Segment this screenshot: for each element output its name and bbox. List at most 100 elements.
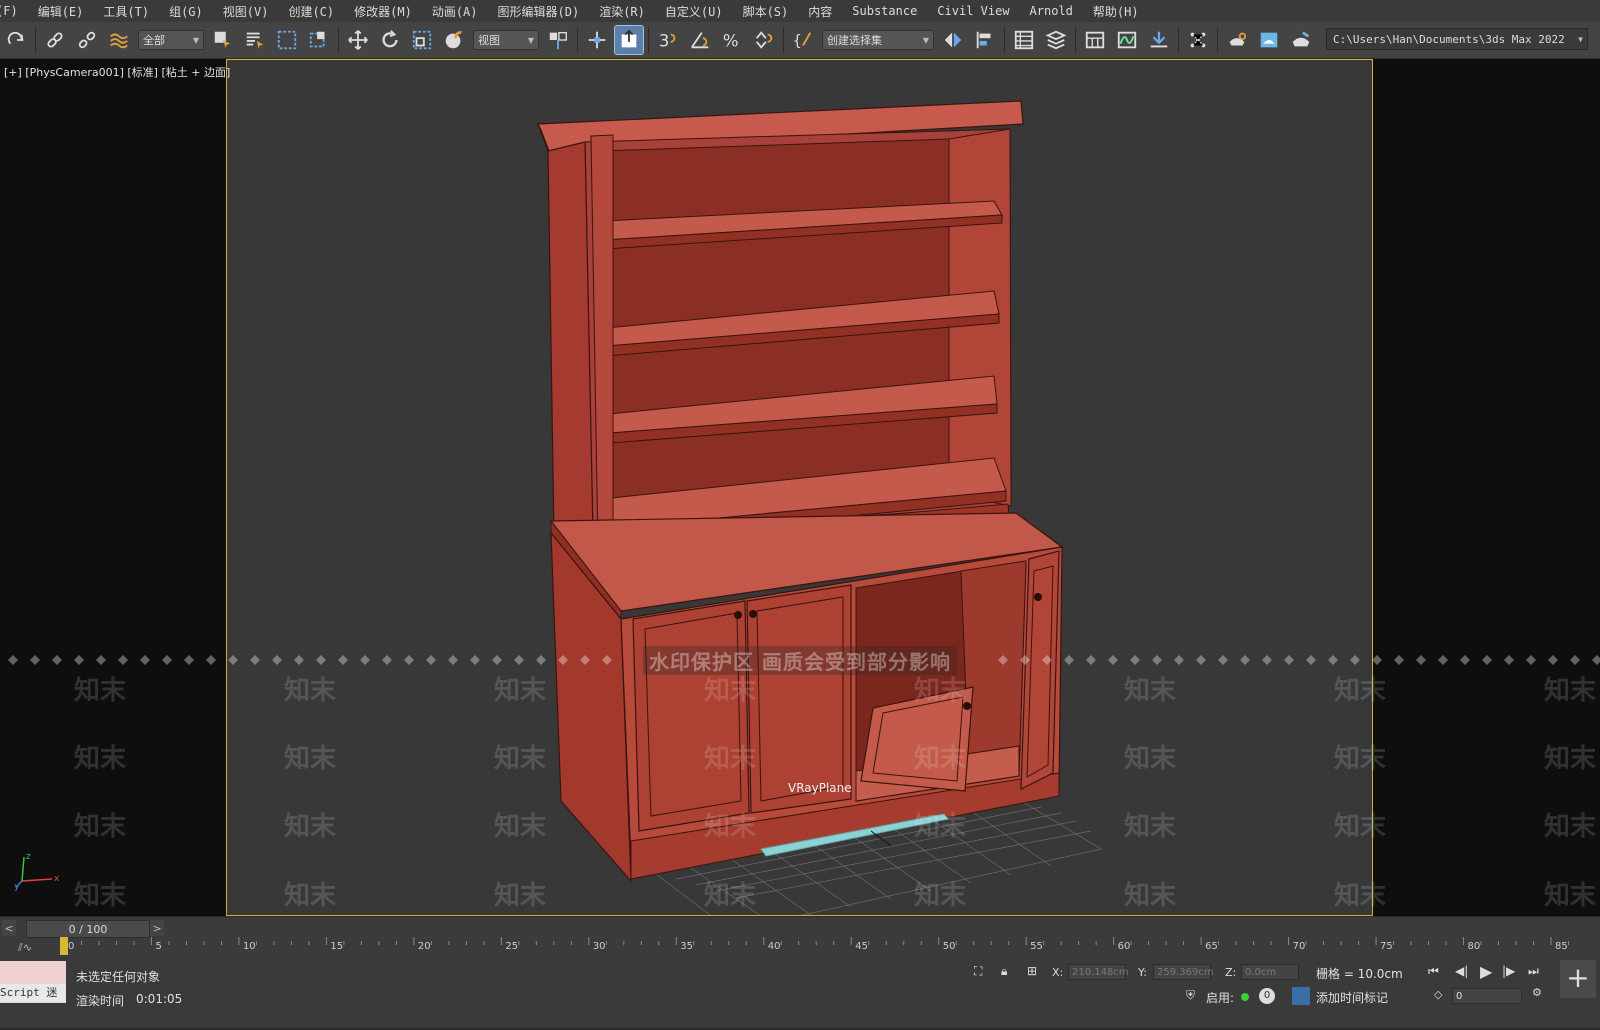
prev-key-icon[interactable]: ◀︎| xyxy=(1455,964,1468,978)
maxscript-input[interactable]: Script 迷 xyxy=(0,984,66,1002)
rect-selection-icon[interactable] xyxy=(273,26,301,54)
goto-end-icon[interactable]: ⏭ xyxy=(1528,964,1539,979)
absolute-mode-icon[interactable]: ⊞ xyxy=(1027,964,1037,978)
x-coordinate-field[interactable]: 210.148cm xyxy=(1068,964,1129,980)
menu-item[interactable]: 图形编辑器(D) xyxy=(488,3,590,20)
frame-nav-icon[interactable]: ◇ xyxy=(1434,988,1442,1001)
current-frame-field[interactable]: 0 xyxy=(1452,988,1522,1004)
menu-item[interactable]: 自定义(U) xyxy=(655,3,733,20)
snap-3d-icon[interactable]: 3 xyxy=(654,26,682,54)
menu-item[interactable]: 渲染(R) xyxy=(589,3,655,20)
menu-item[interactable]: 脚本(S) xyxy=(733,3,799,20)
link-icon[interactable] xyxy=(41,26,69,54)
watermark-diamond xyxy=(1350,655,1360,665)
named-selection-dropdown[interactable]: 创建选择集 ▼ xyxy=(822,30,934,50)
redo-icon[interactable] xyxy=(2,26,30,54)
align-icon[interactable] xyxy=(971,26,999,54)
menu-item[interactable]: 组(G) xyxy=(159,3,213,20)
ribbon-toggle-icon[interactable] xyxy=(1081,26,1109,54)
material-editor-icon[interactable] xyxy=(1184,26,1212,54)
time-slider[interactable]: 0 / 100 xyxy=(26,920,150,938)
menu-item[interactable]: 编辑(E) xyxy=(28,3,94,20)
current-frame-marker xyxy=(60,937,68,955)
status-bar: Script 迷 未选定任何对象 渲染时间 0:01:05 ⛶ 🔒︎ ⊞ X: … xyxy=(0,956,1600,1028)
grid-size-label: 栅格 = 10.0cm xyxy=(1316,967,1403,981)
z-coordinate-field[interactable]: 0.0cm xyxy=(1241,964,1299,980)
adaptive-degradation-icon[interactable]: ⛨ xyxy=(1186,988,1195,1003)
angle-snap-icon[interactable] xyxy=(686,26,714,54)
menu-item[interactable]: 工具(T) xyxy=(93,3,159,20)
watermark-diamond xyxy=(1152,655,1162,665)
select-object-icon[interactable] xyxy=(209,26,237,54)
menu-item[interactable]: 内容 xyxy=(798,3,842,20)
menu-item[interactable]: Civil View xyxy=(927,4,1019,18)
reference-coord-dropdown[interactable]: 视图 ▼ xyxy=(473,30,539,50)
watermark-diamond xyxy=(228,655,238,665)
play-icon[interactable]: ▶ xyxy=(1480,962,1492,981)
watermark-diamond xyxy=(1504,655,1514,665)
viewport-label[interactable]: [+] [PhysCamera001] [标准] [粘土 + 边面] xyxy=(4,64,230,80)
counter-badge[interactable]: 0 xyxy=(1259,988,1275,1004)
mirror-icon[interactable] xyxy=(939,26,967,54)
menu-item[interactable]: (F) xyxy=(0,4,28,18)
create-panel-button[interactable]: + xyxy=(1560,960,1596,998)
render-time-value: 0:01:05 xyxy=(136,992,183,1006)
menu-item[interactable]: 动画(A) xyxy=(422,3,488,20)
rotate-icon[interactable] xyxy=(376,26,404,54)
rendered-frame-window-icon[interactable] xyxy=(1255,26,1283,54)
menu-item[interactable]: 帮助(H) xyxy=(1083,3,1149,20)
select-manipulate-icon[interactable] xyxy=(583,26,611,54)
move-icon[interactable] xyxy=(344,26,372,54)
selection-filter-dropdown[interactable]: 全部 ▼ xyxy=(138,30,204,50)
watermark-diamond xyxy=(602,655,612,665)
watermark-diamond xyxy=(580,655,590,665)
track-bar[interactable]: 0 5 10 15 20 25 30 35 40 45 50 55 60 65 70 75 80 85 xyxy=(0,937,1600,957)
bind-spacewarp-icon[interactable] xyxy=(105,26,133,54)
watermark-diamond xyxy=(404,655,414,665)
select-by-name-icon[interactable] xyxy=(241,26,269,54)
track-tick-label: 25 xyxy=(505,941,518,952)
next-key-icon[interactable]: |▶︎ xyxy=(1502,964,1515,978)
project-path-field[interactable]: C:\Users\Han\Documents\3ds Max 2022 ▼ xyxy=(1326,28,1588,50)
menu-item[interactable]: Substance xyxy=(842,4,927,18)
svg-text:y: y xyxy=(14,882,20,891)
add-time-tag[interactable]: 添加时间标记 xyxy=(1316,989,1388,1006)
menu-item[interactable]: 修改器(M) xyxy=(344,3,422,20)
spinner-snap-icon[interactable] xyxy=(750,26,778,54)
curve-editor-icon[interactable] xyxy=(1113,26,1141,54)
x-label: X: xyxy=(1052,966,1064,979)
pivot-center-icon[interactable] xyxy=(544,26,572,54)
render-setup-icon[interactable] xyxy=(1223,26,1251,54)
scene-explorer-icon[interactable] xyxy=(1010,26,1038,54)
edit-named-selection-icon[interactable]: { xyxy=(789,26,817,54)
enabled-indicator-icon xyxy=(1241,993,1249,1001)
watermark-diamond xyxy=(1328,655,1338,665)
watermark-diamond xyxy=(1240,655,1250,665)
next-frame-button[interactable]: > xyxy=(150,920,164,936)
goto-start-icon[interactable]: ⏮ xyxy=(1428,964,1439,979)
isolate-icon[interactable]: ⛶ xyxy=(974,964,982,979)
keyboard-shortcut-override-icon[interactable] xyxy=(614,25,644,55)
watermark-diamond xyxy=(1306,655,1316,665)
window-crossing-icon[interactable] xyxy=(305,26,333,54)
percent-snap-icon[interactable]: % xyxy=(718,26,746,54)
schematic-view-icon[interactable] xyxy=(1145,26,1173,54)
scale-icon[interactable] xyxy=(408,26,436,54)
menu-item[interactable]: 视图(V) xyxy=(213,3,279,20)
lock-icon[interactable]: 🔒︎ xyxy=(1001,964,1007,979)
watermark-banner: 水印保护区 画质会受到部分影响 xyxy=(0,645,1600,675)
menu-bar: (F)编辑(E)工具(T)组(G)视图(V)创建(C)修改器(M)动画(A)图形… xyxy=(0,0,1600,22)
time-config-icon[interactable]: ⚙ xyxy=(1532,986,1542,999)
time-tag-icon[interactable] xyxy=(1292,987,1310,1005)
menu-item[interactable]: 创建(C) xyxy=(278,3,344,20)
render-time-label: 渲染时间 xyxy=(76,994,125,1008)
svg-text:{: { xyxy=(793,33,802,50)
track-tick-label: 50 xyxy=(943,941,956,952)
render-production-icon[interactable] xyxy=(1287,26,1315,54)
menu-item[interactable]: Arnold xyxy=(1020,4,1083,18)
layer-explorer-icon[interactable] xyxy=(1042,26,1070,54)
y-coordinate-field[interactable]: 259.369cm xyxy=(1153,964,1214,980)
unlink-icon[interactable] xyxy=(73,26,101,54)
placement-icon[interactable] xyxy=(440,26,468,54)
prev-frame-button[interactable]: < xyxy=(2,920,16,936)
